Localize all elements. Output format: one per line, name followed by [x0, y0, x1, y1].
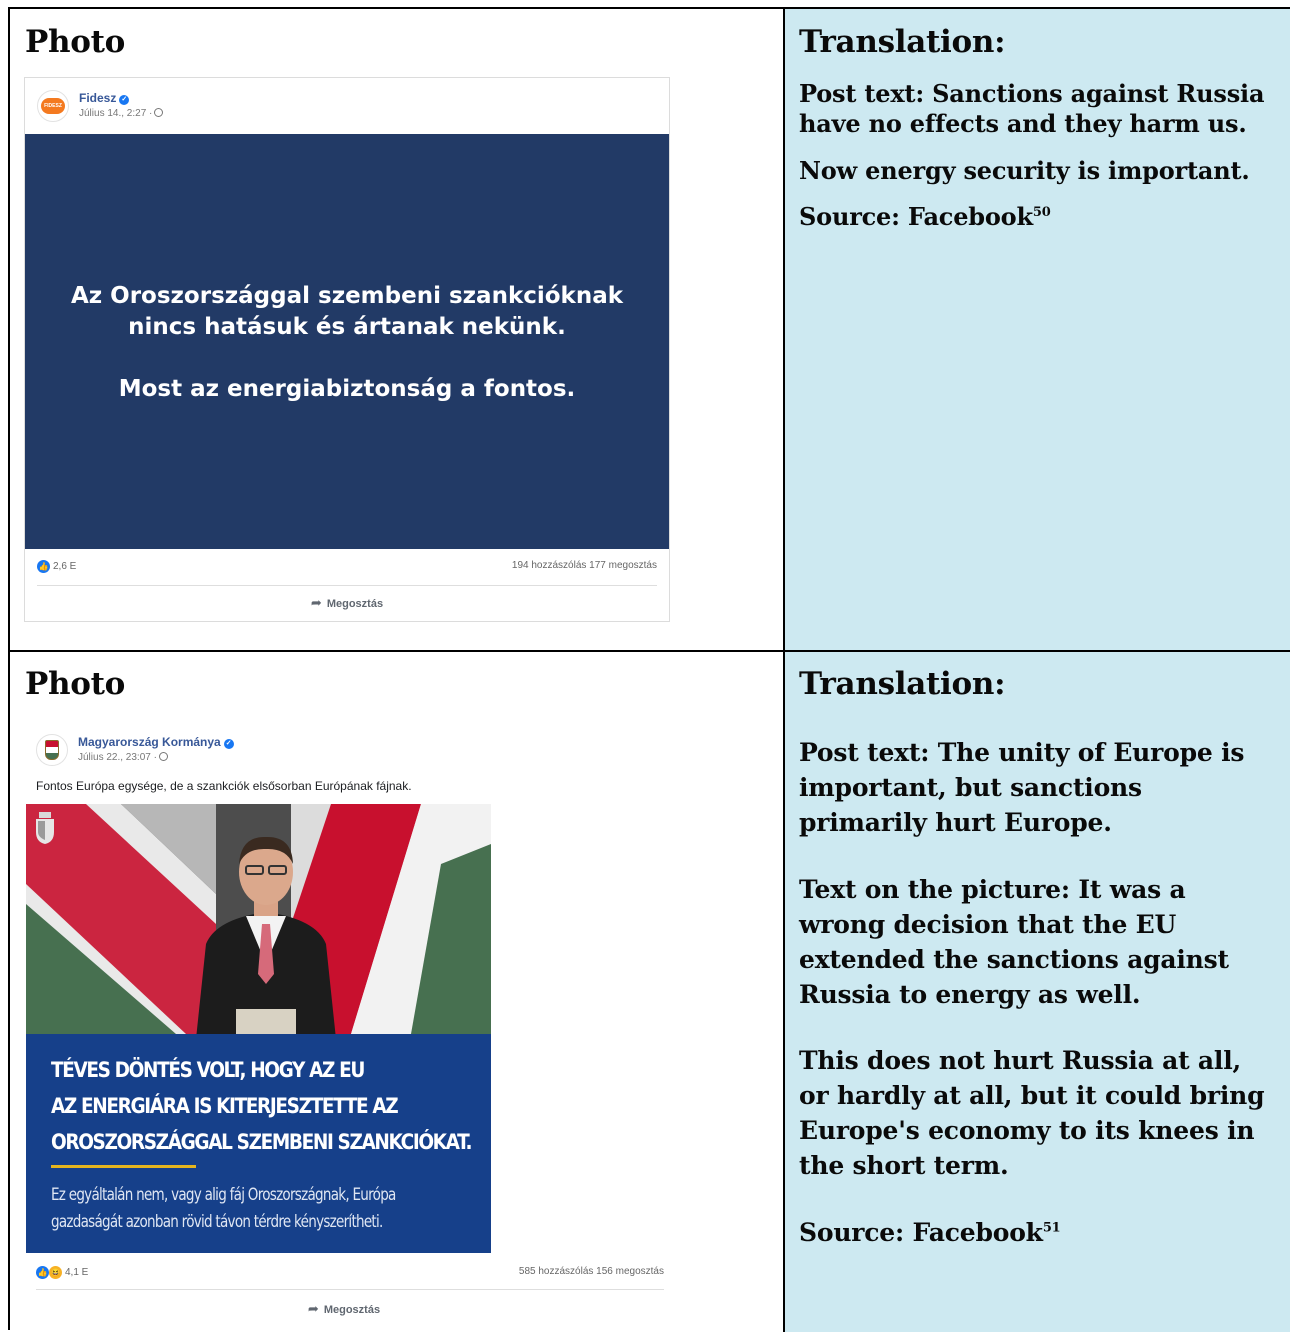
translation-heading: Translation:: [799, 24, 1006, 60]
comparison-table: Photo FIDESZ Fidesz ✓ Július 14., 2:27 · …: [8, 7, 1290, 1336]
footnote-reference[interactable]: 51: [1043, 1221, 1061, 1236]
facebook-post-government: Magyarország Kormánya ✓ Július 22., 23:07…: [24, 724, 664, 1336]
share-label: Megosztás: [323, 1304, 381, 1316]
facebook-post-fidesz: FIDESZ Fidesz ✓ Július 14., 2:27 · Az Oro…: [24, 77, 670, 622]
verified-badge-icon: ✓: [223, 739, 234, 749]
source-text: Source: Facebook: [799, 202, 1033, 231]
speaker-at-podium: [196, 836, 336, 1039]
translation-cell-2: Translation: Post text: The unity of Eur…: [785, 652, 1290, 1332]
divider: [37, 585, 657, 586]
image-text-line: Az Oroszországgal szembeni szankcióknak: [70, 283, 624, 309]
post-date-text: Július 22., 23:07 ·: [78, 752, 157, 763]
post-date[interactable]: Július 22., 23:07 ·: [78, 752, 168, 763]
banner-subtext-line: Ez egyáltalán nem, vagy alig fáj Oroszor…: [51, 1185, 396, 1204]
reactions-count: 4,1 E: [65, 1267, 89, 1278]
share-icon: ➦: [310, 595, 322, 610]
page-name: Magyarország Kormánya: [78, 735, 221, 749]
translation-cell-1: Translation: Post text: Sanctions agains…: [785, 9, 1290, 652]
translation-heading: Translation:: [799, 666, 1006, 702]
avatar[interactable]: FIDESZ: [37, 90, 69, 122]
translation-source: Source: Facebook50: [799, 202, 1278, 232]
reactions-summary[interactable]: 👍 2,6 E: [37, 560, 76, 573]
photo-cell-1: Photo FIDESZ Fidesz ✓ Július 14., 2:27 · …: [10, 9, 785, 652]
coat-of-arms-icon: [45, 740, 59, 760]
translation-post-text: Post text: The unity of Europe is import…: [799, 738, 1245, 837]
image-text-block: Az Oroszországgal szembeni szankcióknak …: [25, 281, 669, 343]
share-button[interactable]: ➦ Megosztás: [24, 1301, 664, 1317]
photo-heading: Photo: [25, 24, 126, 60]
banner-headline-line: TÉVES DÖNTÉS VOLT, HOGY AZ EU: [51, 1058, 365, 1083]
verified-badge-icon: ✓: [119, 95, 130, 105]
banner-headline-line: AZ ENERGIÁRA IS KITERJESZTETTE AZ: [51, 1094, 399, 1119]
footnote-reference[interactable]: 50: [1033, 205, 1051, 220]
comments-shares-count[interactable]: 194 hozzászólás 177 megosztás: [512, 560, 657, 571]
translation-picture-text: Text on the picture: It was a wrong deci…: [799, 875, 1229, 1009]
image-text-line: Most az energiabiztonság a fontos.: [118, 376, 576, 402]
page-name: Fidesz: [79, 91, 117, 105]
comments-shares-count[interactable]: 585 hozzászólás 156 megosztás: [519, 1266, 664, 1277]
like-icon: 👍: [36, 1266, 49, 1279]
avatar[interactable]: [36, 734, 68, 766]
post-caption: Fontos Európa egysége, de a szankciók el…: [36, 779, 412, 793]
translation-source: Source: Facebook51: [799, 1215, 1278, 1250]
post-date-text: Július 14., 2:27 ·: [79, 108, 153, 119]
post-photo[interactable]: TÉVES DÖNTÉS VOLT, HOGY AZ EU AZ ENERGIÁ…: [26, 804, 491, 1253]
banner-headline: TÉVES DÖNTÉS VOLT, HOGY AZ EU AZ ENERGIÁ…: [51, 1053, 473, 1161]
photo-banner: TÉVES DÖNTÉS VOLT, HOGY AZ EU AZ ENERGIÁ…: [26, 1034, 491, 1253]
photo-heading: Photo: [25, 666, 126, 702]
divider: [36, 1289, 664, 1290]
share-icon: ➦: [307, 1301, 319, 1316]
banner-subtext: Ez egyáltalán nem, vagy alig fáj Oroszor…: [51, 1181, 396, 1235]
fidesz-logo-icon: FIDESZ: [41, 98, 65, 114]
banner-subtext-line: gazdaságát azonban rövid távon térdre ké…: [51, 1212, 383, 1231]
banner-accent-rule: [51, 1165, 196, 1168]
page-name-link[interactable]: Fidesz ✓: [79, 91, 130, 105]
share-button[interactable]: ➦ Megosztás: [25, 595, 669, 611]
translation-line: Now energy security is important.: [799, 156, 1250, 185]
post-date[interactable]: Július 14., 2:27 ·: [79, 108, 164, 119]
post-image-text-card[interactable]: Az Oroszországgal szembeni szankcióknak …: [25, 134, 669, 549]
like-icon: 👍: [37, 560, 50, 573]
haha-icon: 😆: [49, 1266, 62, 1279]
banner-headline-line: OROSZORSZÁGGAL SZEMBENI SZANKCIÓKAT.: [51, 1130, 473, 1155]
globe-icon: [158, 752, 168, 761]
reactions-count: 2,6 E: [53, 561, 77, 572]
source-text: Source: Facebook: [799, 1218, 1043, 1247]
hungarian-coat-of-arms-icon: [36, 812, 54, 844]
share-label: Megosztás: [326, 598, 384, 610]
photo-cell-2: Photo Magyarország Kormánya ✓ Július 22.,…: [10, 652, 785, 1336]
translation-line: This does not hurt Russia at all, or har…: [799, 1046, 1265, 1180]
page-name-link[interactable]: Magyarország Kormánya ✓: [78, 735, 234, 749]
reactions-summary[interactable]: 👍 😆 4,1 E: [36, 1266, 88, 1279]
image-text-line: nincs hatásuk és ártanak nekünk.: [128, 314, 566, 340]
globe-icon: [154, 108, 164, 117]
translation-post-text: Post text: Sanctions against Russia have…: [799, 79, 1265, 138]
